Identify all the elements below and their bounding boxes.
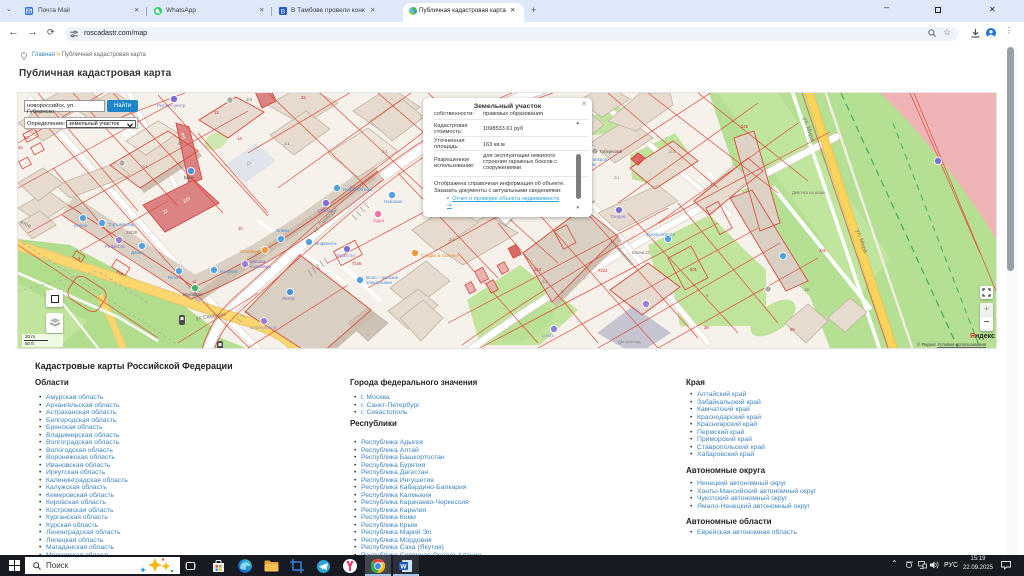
svg-text:213: 213 [534, 267, 542, 272]
svg-text:Сладко & Солено: Сладко & Солено [421, 253, 458, 258]
svg-text:2/4: 2/4 [246, 97, 253, 102]
svg-text:-3 4: -3 4 [448, 237, 456, 242]
svg-text:В: В [281, 8, 285, 15]
svg-text:6А: 6А [178, 141, 184, 146]
svg-text:Елена: Елена [74, 223, 88, 228]
svg-text:Тортомастер: Тортомастер [108, 222, 135, 227]
svg-text:-3 1: -3 1 [381, 149, 389, 154]
svg-text:электроники: электроники [366, 280, 392, 285]
svg-text:501: 501 [690, 267, 698, 272]
svg-text:Вкусвилл: Вкусвилл [183, 292, 203, 297]
svg-text:17: 17 [710, 182, 716, 187]
svg-text:28: 28 [704, 325, 709, 330]
svg-text:32: 32 [301, 95, 306, 100]
svg-text:Инфинити: Инфинити [315, 241, 337, 246]
svg-text:шоколадъ: шоколадъ [250, 264, 271, 269]
svg-text:Детский сад: Детский сад [618, 339, 641, 344]
svg-text:Oldboy: Oldboy [318, 208, 333, 213]
svg-text:Девочка на шаре: Девочка на шаре [792, 190, 826, 195]
svg-text:Ipotekcentr.Ca: Ipotekcentr.Ca [646, 232, 676, 237]
svg-text:325: 325 [741, 124, 749, 129]
svg-text:7146: 7146 [352, 261, 362, 266]
svg-text:Волна 23: Волна 23 [632, 250, 651, 255]
svg-text:Данко: Данко [131, 250, 144, 255]
svg-text:-3 1: -3 1 [613, 175, 621, 180]
svg-text:53: 53 [24, 135, 29, 140]
svg-text:16: 16 [192, 280, 196, 284]
svg-text:Хлебницы: Хлебницы [240, 249, 261, 254]
svg-text:Колизей: Колизей [220, 268, 238, 274]
svg-text:12: 12 [214, 110, 219, 115]
svg-text:19: 19 [804, 287, 810, 292]
svg-text:28/30: 28/30 [126, 230, 138, 235]
svg-text:Underground: Underground [250, 325, 277, 330]
svg-text:Ритуал-центр: Ритуал-центр [157, 103, 186, 108]
svg-text:Одри: Одри [373, 218, 385, 223]
svg-text:Rimir: Rimir [168, 275, 179, 280]
svg-text:Набоков: Набоков [384, 199, 402, 204]
svg-text:P: P [247, 162, 251, 168]
svg-text:7222: 7222 [598, 268, 608, 273]
svg-text:26: 26 [18, 145, 23, 150]
svg-text:Тандем: Тандем [610, 214, 626, 219]
svg-text:-3 1: -3 1 [141, 164, 149, 169]
svg-text:Studio 54: Studio 54 [336, 253, 356, 258]
svg-text:-3 2: -3 2 [541, 279, 549, 284]
svg-text:Эпика: Эпика [276, 228, 289, 233]
svg-text:Банк: Банк [184, 175, 194, 180]
svg-text:10: 10 [238, 226, 243, 231]
svg-text:-3 3: -3 3 [668, 149, 676, 154]
svg-text:Pedant.ru: Pedant.ru [105, 244, 125, 249]
svg-text:W: W [400, 563, 407, 570]
svg-text:Lovita: Lovita [542, 333, 555, 338]
svg-text:Губернский: Губернский [600, 149, 623, 154]
svg-text:66: 66 [790, 327, 795, 332]
svg-text:-3 1: -3 1 [283, 141, 291, 146]
svg-text:13: 13 [237, 136, 242, 141]
svg-text:325: 325 [819, 248, 827, 253]
svg-text:Лента: Лента [282, 296, 295, 301]
svg-text:Новая Оптика: Новая Оптика [343, 187, 373, 192]
